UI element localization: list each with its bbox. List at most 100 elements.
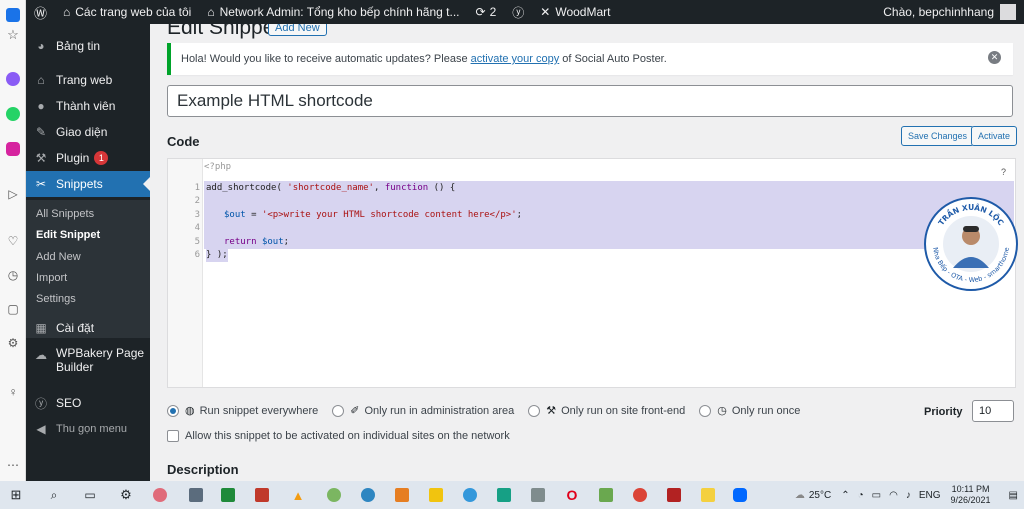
- settings-icon[interactable]: ⚙: [0, 330, 26, 356]
- menu-item-snippets[interactable]: ✂ Snippets: [26, 171, 150, 197]
- updates-link[interactable]: ⟳ 2: [468, 0, 505, 24]
- code-text: return $out;: [224, 235, 289, 249]
- code-token: 'shortcode_name': [287, 182, 374, 193]
- vlc-icon[interactable]: ▲: [288, 485, 308, 505]
- dismiss-icon[interactable]: ✕: [988, 51, 1001, 64]
- settings-icon[interactable]: ⚙: [116, 485, 136, 505]
- submenu-all-snippets[interactable]: All Snippets: [36, 208, 94, 220]
- avatar[interactable]: [1000, 4, 1016, 20]
- collapse-menu-button[interactable]: ◀ Thu gọn menu: [26, 416, 150, 442]
- box-icon[interactable]: ▢: [0, 296, 26, 322]
- globe-icon: ◍: [185, 405, 195, 417]
- snip-icon[interactable]: [150, 485, 170, 505]
- activate-button[interactable]: Activate: [971, 126, 1018, 146]
- filezilla-icon[interactable]: [664, 485, 684, 505]
- chrome-icon[interactable]: [460, 485, 480, 505]
- page-title: Edit Snippet: [167, 24, 281, 39]
- submenu-edit-snippet[interactable]: Edit Snippet: [36, 229, 100, 241]
- woodmart-link[interactable]: ✕ WoodMart: [532, 0, 618, 24]
- tray-chevron-up-icon[interactable]: ⌃: [841, 490, 849, 501]
- menu-item-wpbakery[interactable]: ☁ WPBakery Page Builder: [26, 346, 150, 380]
- wifi-icon[interactable]: ◠: [889, 490, 898, 501]
- submenu-add-new[interactable]: Add New: [36, 251, 81, 263]
- help-icon[interactable]: ?: [1001, 167, 1006, 177]
- weather-icon[interactable]: ☁: [795, 490, 805, 501]
- scope-single-use[interactable]: ◷ Only run once: [699, 404, 800, 417]
- radio-button[interactable]: [699, 404, 712, 417]
- volume-icon[interactable]: ♪: [906, 490, 911, 501]
- heart-icon[interactable]: ♡: [0, 228, 26, 254]
- folder-icon[interactable]: [426, 485, 446, 505]
- app-red-icon[interactable]: [252, 485, 272, 505]
- more-icon[interactable]: ⋯: [0, 452, 26, 478]
- messenger-icon[interactable]: [0, 66, 26, 92]
- menu-item-sites[interactable]: ⌂ Trang web: [26, 67, 150, 93]
- menu-label: Giao diện: [56, 125, 108, 139]
- woodmart-label: WoodMart: [555, 5, 611, 19]
- history-icon[interactable]: ◷: [0, 262, 26, 288]
- code-editor[interactable]: <?php ? 1 add_shortcode( 'shortcode_name…: [167, 158, 1016, 388]
- battery-icon[interactable]: ▭: [872, 490, 881, 501]
- menu-item-plugins[interactable]: ⚒ Plugin 1: [26, 145, 150, 171]
- menu-item-seo[interactable]: ⓨ SEO: [26, 390, 150, 416]
- search-icon[interactable]: ⌕: [44, 485, 64, 505]
- scope-frontend[interactable]: ⚒ Only run on site front-end: [528, 404, 685, 417]
- menu-item-settings[interactable]: ▦ Cài đặt: [26, 315, 150, 341]
- bulb-icon[interactable]: ♀: [0, 379, 26, 405]
- clock-date: 9/26/2021: [950, 495, 991, 505]
- menu-label: Snippets: [56, 177, 103, 191]
- submenu-import[interactable]: Import: [36, 272, 67, 284]
- network-checkbox[interactable]: [167, 430, 179, 442]
- notifications-icon[interactable]: ▤: [1009, 490, 1018, 501]
- my-sites-link[interactable]: ⌂ Các trang web của tôi: [55, 0, 199, 24]
- scope-label: Only run in administration area: [364, 404, 515, 417]
- clock[interactable]: 10:11 PM 9/26/2021: [951, 484, 991, 506]
- notepad-icon[interactable]: [596, 485, 616, 505]
- weather-temp[interactable]: 25°C: [809, 490, 831, 501]
- app-green-icon[interactable]: [218, 485, 238, 505]
- network-icon[interactable]: ◔: [858, 490, 864, 501]
- priority-input[interactable]: 10: [972, 400, 1014, 422]
- app-tools-icon[interactable]: [494, 485, 514, 505]
- menu-item-dashboard[interactable]: ◕ Bảng tin: [26, 33, 150, 59]
- app-globe-icon[interactable]: [358, 485, 378, 505]
- task-view-icon[interactable]: ▭: [80, 485, 100, 505]
- radio-button[interactable]: [167, 404, 179, 417]
- opera-icon[interactable]: O: [562, 485, 582, 505]
- scope-admin[interactable]: ✐ Only run in administration area: [332, 404, 514, 417]
- app-monitor-icon[interactable]: [528, 485, 548, 505]
- menu-label: SEO: [56, 396, 82, 410]
- scissors-icon: ✂: [35, 177, 47, 191]
- play-icon[interactable]: ▷: [0, 181, 26, 207]
- windows-start-icon[interactable]: ⊞: [6, 485, 26, 505]
- scope-global[interactable]: ◍ Run snippet everywhere: [167, 404, 318, 417]
- menu-label: Thành viên: [56, 99, 116, 113]
- settings-grid-icon: ▦: [35, 321, 47, 335]
- user-greeting[interactable]: Chào, bepchinhhang: [883, 5, 994, 19]
- calculator-icon[interactable]: [186, 485, 206, 505]
- menu-item-themes[interactable]: ✎ Giao diện: [26, 119, 150, 145]
- activate-copy-link[interactable]: activate your copy: [471, 53, 560, 65]
- language-indicator[interactable]: ENG: [919, 490, 941, 501]
- network-activation-option[interactable]: Allow this snippet to be activated on in…: [167, 430, 510, 442]
- submenu-settings[interactable]: Settings: [36, 293, 76, 305]
- yoast-icon[interactable]: ⓨ: [504, 0, 532, 24]
- menu-item-users[interactable]: ● Thành viên: [26, 93, 150, 119]
- add-new-button[interactable]: Add New: [268, 24, 327, 36]
- chrome-alt-icon[interactable]: [630, 485, 650, 505]
- network-admin-link[interactable]: ⌂ Network Admin: Tổng kho bếp chính hãng…: [199, 0, 467, 24]
- save-changes-button[interactable]: Save Changes: [901, 126, 975, 146]
- instagram-icon[interactable]: [0, 136, 26, 162]
- zalo-icon[interactable]: [730, 485, 750, 505]
- whatsapp-icon[interactable]: [0, 101, 26, 127]
- sticky-notes-icon[interactable]: [698, 485, 718, 505]
- radio-button[interactable]: [332, 404, 345, 417]
- snippet-title-input[interactable]: Example HTML shortcode: [167, 85, 1013, 117]
- radio-button[interactable]: [528, 404, 541, 417]
- cloud-icon: ☁: [35, 348, 47, 362]
- wp-logo-icon[interactable]: Ⓦ: [26, 0, 55, 24]
- sublime-icon[interactable]: [392, 485, 412, 505]
- app-earth-icon[interactable]: [324, 485, 344, 505]
- admin-menu: ◕ Bảng tin ⌂ Trang web ● Thành viên ✎ Giao d…: [26, 24, 150, 481]
- star-icon[interactable]: ☆: [0, 22, 26, 48]
